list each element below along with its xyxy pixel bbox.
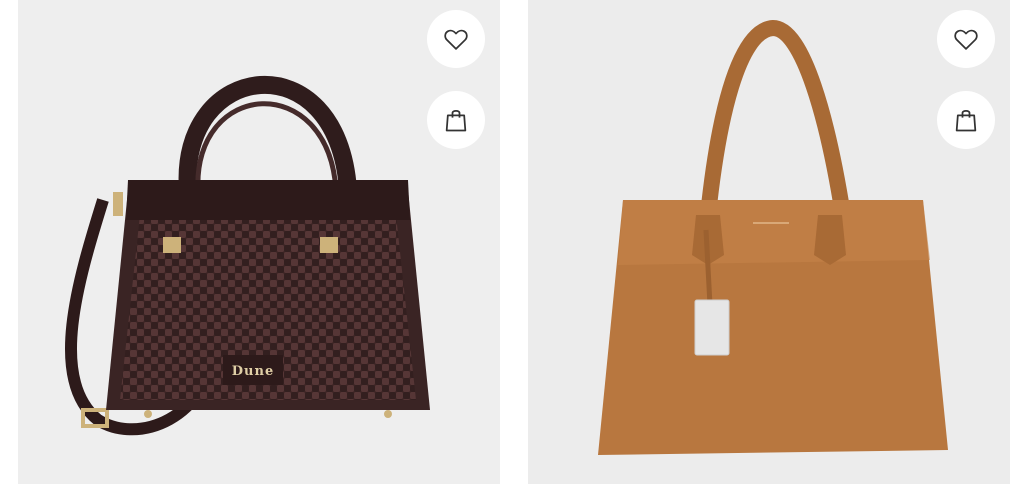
add-to-bag-button[interactable] <box>937 91 995 149</box>
product-card-2[interactable] <box>528 0 1010 484</box>
shopping-bag-icon <box>445 109 467 132</box>
heart-icon <box>954 29 978 50</box>
favorite-button[interactable] <box>937 10 995 68</box>
product-card-1[interactable]: Dune <box>18 0 500 484</box>
brand-logo-text: Dune <box>232 364 274 379</box>
favorite-button[interactable] <box>427 10 485 68</box>
shopping-bag-icon <box>955 109 977 132</box>
heart-icon <box>444 29 468 50</box>
add-to-bag-button[interactable] <box>427 91 485 149</box>
product-image-leather-tote[interactable] <box>528 0 1010 484</box>
product-image-woven-handbag[interactable]: Dune <box>18 0 500 484</box>
